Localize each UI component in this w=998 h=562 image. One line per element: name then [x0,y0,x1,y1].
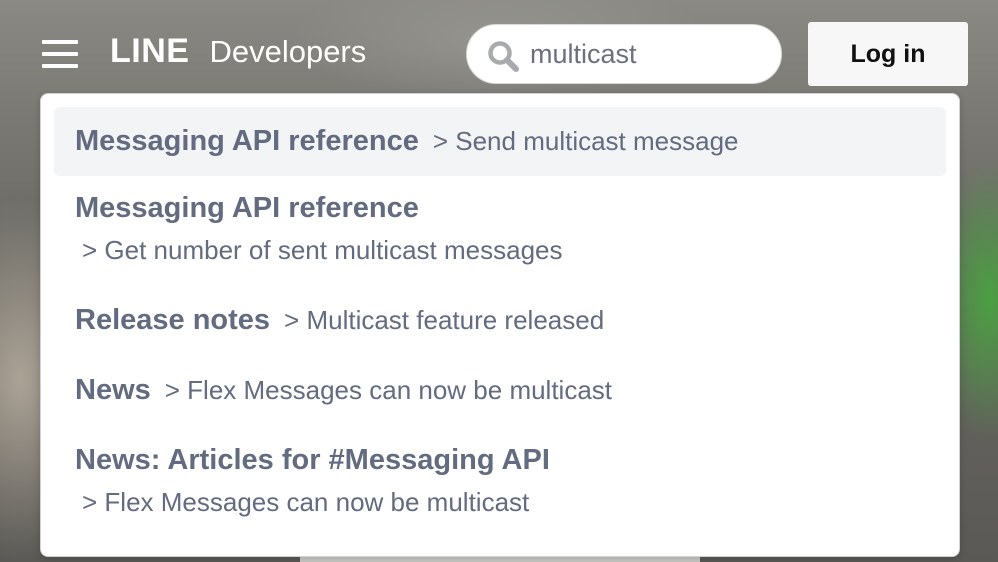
hamburger-menu-icon[interactable] [42,38,78,70]
result-subtitle: > Multicast feature released [284,305,605,335]
search-result-item[interactable]: News: Articles for #Messaging API > Flex… [54,444,946,518]
site-header: LINE Developers Log in [0,0,998,100]
menu-bar [42,64,78,68]
result-subtitle: > Flex Messages can now be multicast [82,487,530,517]
search-result-item[interactable]: Messaging API reference > Get number of … [54,192,946,266]
search-suggestions-dropdown: Messaging API reference > Send multicast … [40,93,960,557]
logo-product: Developers [209,34,367,69]
result-title: News [75,374,151,406]
result-title: Release notes [75,304,271,336]
result-title: Messaging API reference [75,192,419,224]
result-title: Messaging API reference [75,125,419,157]
search-result-item[interactable]: News > Flex Messages can now be multicast [54,374,946,407]
menu-bar [42,52,78,56]
search-icon [488,41,519,72]
logo-brand: LINE [110,32,190,70]
result-subtitle: > Flex Messages can now be multicast [164,375,613,405]
search-input[interactable] [530,35,760,73]
line-developers-logo[interactable]: LINE Developers [110,32,366,76]
search-result-item[interactable]: Messaging API reference > Send multicast … [54,107,946,176]
search-result-item[interactable]: Release notes > Multicast feature release… [54,304,946,337]
result-subtitle: > Send multicast message [432,126,739,156]
menu-bar [42,40,78,44]
search-box[interactable] [466,24,782,84]
result-title: News: Articles for #Messaging API [75,444,550,476]
login-button[interactable]: Log in [808,22,968,86]
result-subtitle: > Get number of sent multicast messages [82,235,563,265]
